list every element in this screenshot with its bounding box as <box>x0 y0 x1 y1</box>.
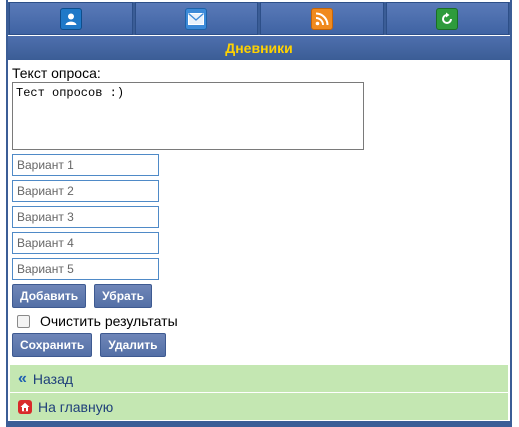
clear-results-row: Очистить результаты <box>12 313 506 329</box>
bottom-bar <box>8 421 510 427</box>
save-button[interactable]: Сохранить <box>12 333 93 357</box>
page-title: Дневники <box>8 36 510 60</box>
app-frame: Дневники Текст опроса: Добавить Убрать О… <box>6 0 512 427</box>
add-variant-button[interactable]: Добавить <box>12 284 87 308</box>
variant-input-5[interactable] <box>12 258 159 280</box>
variant-input-3[interactable] <box>12 206 159 228</box>
top-nav <box>8 2 510 35</box>
delete-button[interactable]: Удалить <box>100 333 166 357</box>
rss-icon <box>310 7 333 30</box>
mail-icon <box>185 7 208 30</box>
home-link[interactable]: На главную <box>10 392 508 420</box>
user-icon <box>59 7 82 30</box>
back-link[interactable]: « Назад <box>10 364 508 392</box>
variant-buttons: Добавить Убрать <box>12 284 506 308</box>
variant-input-1[interactable] <box>12 154 159 176</box>
double-chevron-left-icon: « <box>18 369 27 387</box>
clear-results-label: Очистить результаты <box>40 313 178 329</box>
nav-rss[interactable] <box>260 2 384 35</box>
home-link-label: На главную <box>38 398 114 415</box>
poll-form: Текст опроса: Добавить Убрать Очистить р… <box>12 62 506 357</box>
remove-variant-button[interactable]: Убрать <box>94 284 152 308</box>
form-actions: Сохранить Удалить <box>12 333 506 357</box>
clear-results-checkbox[interactable] <box>17 314 30 328</box>
nav-mail[interactable] <box>134 2 258 35</box>
variant-input-2[interactable] <box>12 180 159 202</box>
poll-text-input[interactable] <box>12 82 364 150</box>
poll-text-label: Текст опроса: <box>12 65 101 81</box>
back-link-label: Назад <box>32 370 74 387</box>
variant-input-4[interactable] <box>12 232 159 254</box>
nav-profile[interactable] <box>9 2 133 35</box>
refresh-icon <box>436 7 459 30</box>
home-icon <box>18 399 32 414</box>
nav-refresh[interactable] <box>385 2 509 35</box>
